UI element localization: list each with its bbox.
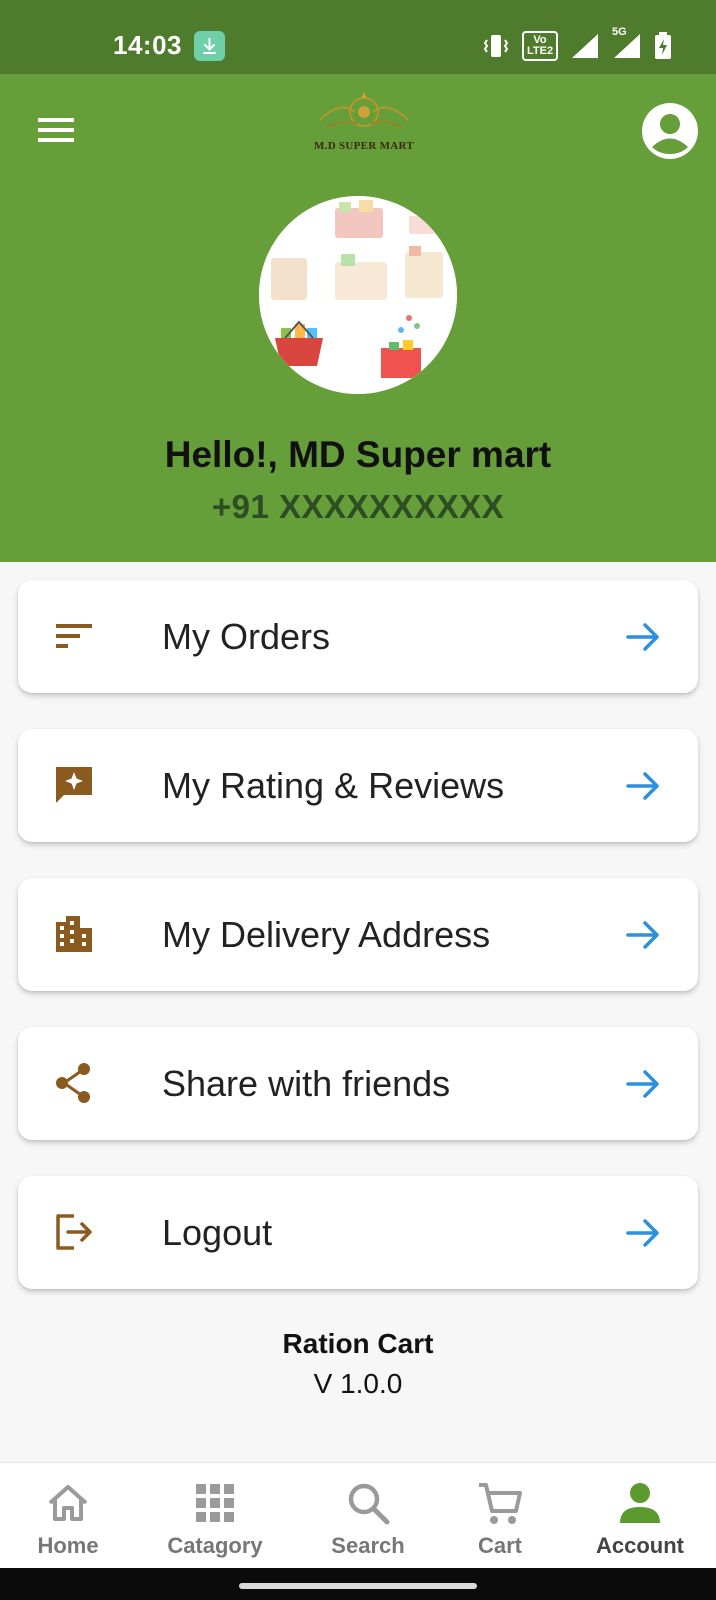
profile-avatar [259, 196, 457, 394]
battery-charging-icon [655, 32, 671, 59]
vibrate-icon [483, 35, 509, 57]
home-icon [44, 1479, 92, 1527]
app-name: Ration Cart [282, 1328, 434, 1359]
nav-search[interactable]: Search [318, 1463, 418, 1569]
volte-text: Vo LTE2 [527, 34, 554, 57]
arrow-right-icon [624, 1065, 662, 1103]
logout-icon [52, 1210, 96, 1254]
account-menu-list: My Orders My Rating & Reviews My Deliver… [18, 580, 698, 1325]
my-reviews-label: My Rating & Reviews [162, 765, 505, 806]
phone-number: +91 XXXXXXXXXX [211, 488, 505, 525]
nav-search-label: Search [331, 1533, 405, 1558]
my-orders-item[interactable]: My Orders [18, 580, 698, 693]
app-logo: M.D SUPER MART [305, 90, 423, 160]
person-icon [616, 1479, 664, 1527]
volte-icon: Vo LTE2 [522, 31, 558, 61]
nav-account[interactable]: Account [588, 1463, 692, 1569]
search-icon [344, 1479, 392, 1527]
logout-item[interactable]: Logout [18, 1176, 698, 1289]
arrow-right-icon [624, 618, 662, 656]
review-star-icon [52, 763, 96, 807]
app-version: V 1.0.0 [313, 1368, 403, 1399]
nav-cart-label: Cart [477, 1533, 522, 1558]
logout-label: Logout [162, 1212, 273, 1253]
download-icon [194, 31, 225, 61]
bottom-navigation: Home Catagory Search Cart Account [0, 1462, 716, 1568]
arrow-right-icon [624, 767, 662, 805]
signal-icon [572, 34, 598, 58]
share-icon [52, 1061, 96, 1105]
status-bar: 14:03 Vo LTE2 5G [0, 0, 716, 74]
greeting-text: Hello!, MD Super mart [164, 434, 552, 475]
nav-category[interactable]: Catagory [160, 1463, 270, 1569]
app-info: Ration Cart V 1.0.0 [0, 1328, 716, 1400]
share-label: Share with friends [162, 1063, 451, 1104]
arrow-right-icon [624, 916, 662, 954]
profile-icon[interactable] [641, 102, 699, 160]
arrow-right-icon [624, 1214, 662, 1252]
nav-category-label: Catagory [167, 1533, 263, 1558]
account-screen: 14:03 Vo LTE2 5G M.D SUPER MART Hello!, … [0, 0, 716, 1600]
grid-icon [191, 1479, 239, 1527]
my-orders-label: My Orders [162, 616, 331, 657]
nav-cart[interactable]: Cart [450, 1463, 550, 1569]
building-icon [52, 912, 96, 956]
delivery-address-item[interactable]: My Delivery Address [18, 878, 698, 991]
delivery-address-label: My Delivery Address [162, 914, 491, 955]
5g-signal-icon: 5G [612, 26, 642, 60]
cart-icon [476, 1479, 524, 1527]
my-reviews-item[interactable]: My Rating & Reviews [18, 729, 698, 842]
share-item[interactable]: Share with friends [18, 1027, 698, 1140]
network-type-text: 5G [612, 26, 627, 38]
nav-account-label: Account [596, 1533, 684, 1558]
logo-text: M.D SUPER MART [313, 140, 415, 152]
home-gesture-pill[interactable] [239, 1583, 477, 1589]
nav-home-label: Home [37, 1533, 99, 1558]
hamburger-menu-icon[interactable] [38, 116, 74, 144]
status-icons: Vo LTE2 5G [482, 26, 672, 62]
sort-lines-icon [52, 614, 96, 658]
status-time: 14:03 [113, 30, 182, 60]
profile-header: M.D SUPER MART Hello!, MD Super mart +91… [0, 74, 716, 562]
nav-home[interactable]: Home [18, 1463, 118, 1569]
